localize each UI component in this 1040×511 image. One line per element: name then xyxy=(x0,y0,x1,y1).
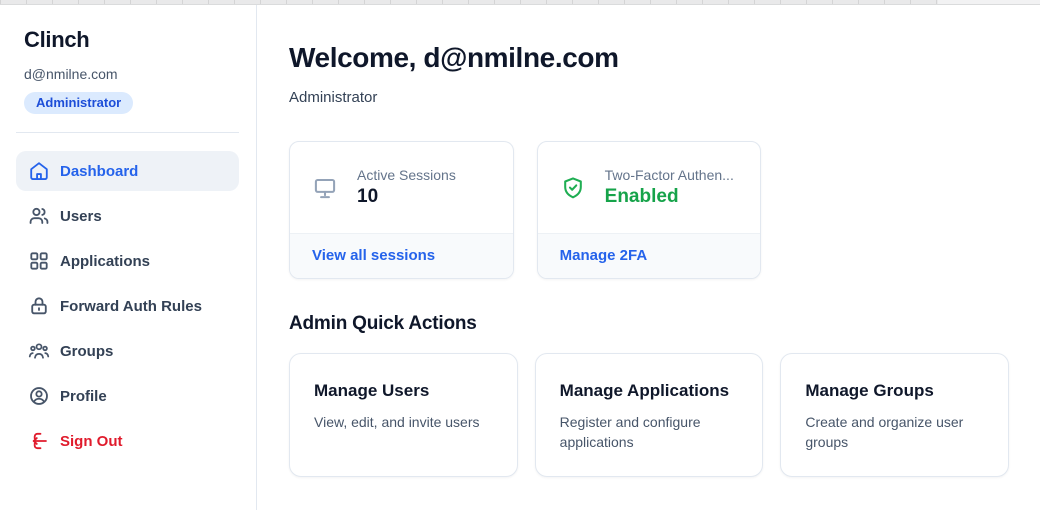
browser-tab-strip-end xyxy=(938,0,1040,4)
quick-actions-heading: Admin Quick Actions xyxy=(289,313,1009,335)
page-subtitle: Administrator xyxy=(289,89,1009,106)
role-badge: Administrator xyxy=(24,92,133,114)
sidebar-item-label: Users xyxy=(60,208,102,225)
stat-value: Enabled xyxy=(605,186,734,208)
sidebar: Clinch d@nmilne.com Administrator Dashbo… xyxy=(0,5,257,510)
stat-text: Active Sessions 10 xyxy=(357,167,456,208)
stat-card-body: Active Sessions 10 xyxy=(290,142,513,233)
sidebar-item-forward-auth-rules[interactable]: Forward Auth Rules xyxy=(16,286,239,326)
action-card-description: View, edit, and invite users xyxy=(314,412,493,432)
main-content: Welcome, d@nmilne.com Administrator Acti… xyxy=(257,5,1040,510)
sidebar-divider xyxy=(16,132,239,133)
stat-card-active-sessions: Active Sessions 10 View all sessions xyxy=(289,141,514,279)
sidebar-item-label: Applications xyxy=(60,253,150,270)
action-card-description: Create and organize user groups xyxy=(805,412,984,453)
users-icon xyxy=(28,205,50,227)
sidebar-item-profile[interactable]: Profile xyxy=(16,376,239,416)
manage-2fa-link[interactable]: Manage 2FA xyxy=(560,247,648,264)
app-logo: Clinch xyxy=(24,27,239,53)
stat-label: Two-Factor Authen... xyxy=(605,167,734,183)
user-circle-icon xyxy=(28,385,50,407)
action-card-title: Manage Groups xyxy=(805,381,984,401)
sidebar-item-label: Sign Out xyxy=(60,433,123,450)
stat-card-two-factor: Two-Factor Authen... Enabled Manage 2FA xyxy=(537,141,762,279)
sidebar-item-sign-out[interactable]: Sign Out xyxy=(16,421,239,461)
monitor-icon xyxy=(312,175,338,201)
manage-groups-card[interactable]: Manage Groups Create and organize user g… xyxy=(780,353,1009,477)
page-title: Welcome, d@nmilne.com xyxy=(289,42,1009,74)
sidebar-item-groups[interactable]: Groups xyxy=(16,331,239,371)
sidebar-item-label: Forward Auth Rules xyxy=(60,298,202,315)
sidebar-item-users[interactable]: Users xyxy=(16,196,239,236)
sign-out-icon xyxy=(28,430,50,452)
sidebar-nav: Dashboard Users Applications xyxy=(16,151,239,461)
stat-card-footer: View all sessions xyxy=(290,233,513,278)
browser-tab-strip xyxy=(0,0,1040,5)
sidebar-item-applications[interactable]: Applications xyxy=(16,241,239,281)
sidebar-item-label: Dashboard xyxy=(60,163,138,180)
groups-icon xyxy=(28,340,50,362)
stat-value: 10 xyxy=(357,186,456,208)
stat-label: Active Sessions xyxy=(357,167,456,183)
grid-icon xyxy=(28,250,50,272)
action-card-description: Register and configure applications xyxy=(560,412,739,453)
app-layout: Clinch d@nmilne.com Administrator Dashbo… xyxy=(0,5,1040,510)
stat-card-body: Two-Factor Authen... Enabled xyxy=(538,142,761,233)
stat-card-row: Active Sessions 10 View all sessions Two… xyxy=(289,141,1009,279)
action-card-title: Manage Applications xyxy=(560,381,739,401)
action-card-title: Manage Users xyxy=(314,381,493,401)
stat-card-footer: Manage 2FA xyxy=(538,233,761,278)
home-icon xyxy=(28,160,50,182)
user-email: d@nmilne.com xyxy=(24,66,239,82)
stat-text: Two-Factor Authen... Enabled xyxy=(605,167,734,208)
quick-actions-row: Manage Users View, edit, and invite user… xyxy=(289,353,1009,477)
view-all-sessions-link[interactable]: View all sessions xyxy=(312,247,435,264)
sidebar-item-label: Profile xyxy=(60,388,107,405)
sidebar-item-label: Groups xyxy=(60,343,113,360)
manage-applications-card[interactable]: Manage Applications Register and configu… xyxy=(535,353,764,477)
shield-check-icon xyxy=(560,175,586,201)
manage-users-card[interactable]: Manage Users View, edit, and invite user… xyxy=(289,353,518,477)
sidebar-item-dashboard[interactable]: Dashboard xyxy=(16,151,239,191)
lock-icon xyxy=(28,295,50,317)
stat-grid-empty-cell xyxy=(784,141,1009,279)
